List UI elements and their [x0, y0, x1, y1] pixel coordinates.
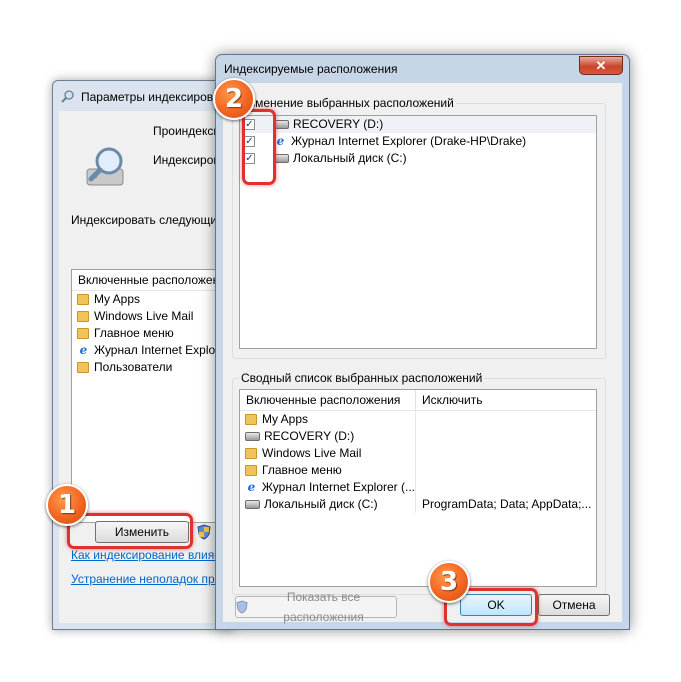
row-exclude [416, 462, 596, 479]
folder-icon [77, 362, 89, 373]
cancel-button[interactable]: Отмена [538, 594, 610, 616]
row-exclude [416, 445, 596, 462]
list-item-label: Пользователи [94, 360, 173, 374]
table-row[interactable]: Windows Live Mail [240, 445, 596, 462]
drive-icon [274, 120, 289, 129]
folder-icon [77, 294, 89, 305]
folder-icon [77, 328, 89, 339]
summary-list[interactable]: Включенные расположения Исключить My App… [239, 389, 597, 587]
list-item-label: My Apps [94, 292, 141, 306]
table-row[interactable]: Локальный диск (C:) ProgramData; Data; Ap… [240, 496, 596, 513]
ie-icon: e [79, 343, 88, 357]
group-title: Сводный список выбранных расположений [239, 371, 485, 385]
col-exclude-header[interactable]: Исключить [416, 390, 482, 410]
list-item-label: Windows Live Mail [94, 309, 194, 323]
row-exclude [416, 428, 596, 445]
folder-icon [77, 311, 89, 322]
windows-drive-icon [274, 154, 289, 163]
row-exclude: ProgramData; Data; AppData;... [422, 497, 592, 511]
folder-icon [245, 414, 257, 425]
table-row[interactable]: RECOVERY (D:) [240, 428, 596, 445]
indexed-count-label: Проиндекси [153, 124, 221, 138]
folder-icon [245, 448, 257, 459]
shield-icon [197, 524, 211, 540]
show-all-locations-button[interactable]: Показать все расположения [235, 590, 397, 624]
tree-item[interactable]: ✓ RECOVERY (D:) [240, 116, 596, 133]
indexing-magnifier-icon [86, 147, 124, 186]
step-2-badge: 2 [213, 78, 255, 120]
checkbox-highlight [242, 109, 276, 185]
dialog-client: Изменение выбранных расположений ✓ RECOV… [223, 83, 622, 624]
folder-icon [245, 465, 257, 476]
indexing-status-label: Индексиров [153, 153, 220, 167]
window-title: Параметры индексиров [81, 90, 214, 104]
col-included-header[interactable]: Включенные расположения [240, 390, 416, 410]
table-row[interactable]: e Журнал Internet Explorer (... [240, 479, 596, 496]
row-label: Главное меню [262, 463, 342, 477]
row-label: Журнал Internet Explorer (... [261, 480, 415, 494]
row-exclude [416, 479, 596, 496]
change-locations-group: Изменение выбранных расположений ✓ RECOV… [232, 96, 606, 359]
list-item-label: Главное меню [94, 326, 174, 340]
row-label: Локальный диск (C:) [264, 497, 378, 511]
row-exclude [416, 411, 596, 428]
modify-button-highlight [67, 513, 193, 549]
summary-group: Сводный список выбранных расположений Вк… [232, 371, 606, 595]
dialog-title: Индексируемые расположения [224, 62, 398, 76]
drive-icon [245, 432, 260, 441]
close-icon[interactable]: ✕ [579, 56, 623, 75]
row-label: Windows Live Mail [262, 446, 362, 460]
tree-item-label: Журнал Internet Explorer (Drake-HP\Drake… [291, 134, 527, 148]
ie-icon: e [247, 480, 256, 494]
step-1-badge: 1 [46, 484, 88, 526]
step-3-badge: 3 [428, 561, 470, 603]
shield-icon [236, 600, 248, 614]
tree-item[interactable]: ✓ e Журнал Internet Explorer (Drake-HP\D… [240, 133, 596, 150]
summary-header: Включенные расположения Исключить [240, 390, 596, 411]
index-prompt-label: Индексировать следующие [71, 213, 224, 227]
tree-item[interactable]: ✓ Локальный диск (C:) [240, 150, 596, 167]
locations-tree[interactable]: ✓ RECOVERY (D:) ✓ e Журнал Internet Expl… [239, 115, 597, 349]
row-label: RECOVERY (D:) [264, 429, 355, 443]
tree-item-label: Локальный диск (C:) [293, 151, 407, 165]
troubleshoot-link[interactable]: Устранение неполадок при и [71, 572, 231, 586]
indexing-affects-link[interactable]: Как индексирование влияет [71, 548, 226, 562]
tree-item-label: RECOVERY (D:) [293, 117, 384, 131]
windows-drive-icon [245, 500, 260, 509]
list-item-label: Журнал Internet Explorer [94, 343, 230, 357]
group-title: Изменение выбранных расположений [239, 96, 456, 110]
show-all-label: Показать все расположения [283, 590, 364, 624]
magnifier-icon [61, 90, 74, 103]
row-label: My Apps [262, 412, 309, 426]
table-row[interactable]: Главное меню [240, 462, 596, 479]
indexed-locations-dialog: Индексируемые расположения ✕ Изменение в… [215, 54, 630, 630]
table-row[interactable]: My Apps [240, 411, 596, 428]
